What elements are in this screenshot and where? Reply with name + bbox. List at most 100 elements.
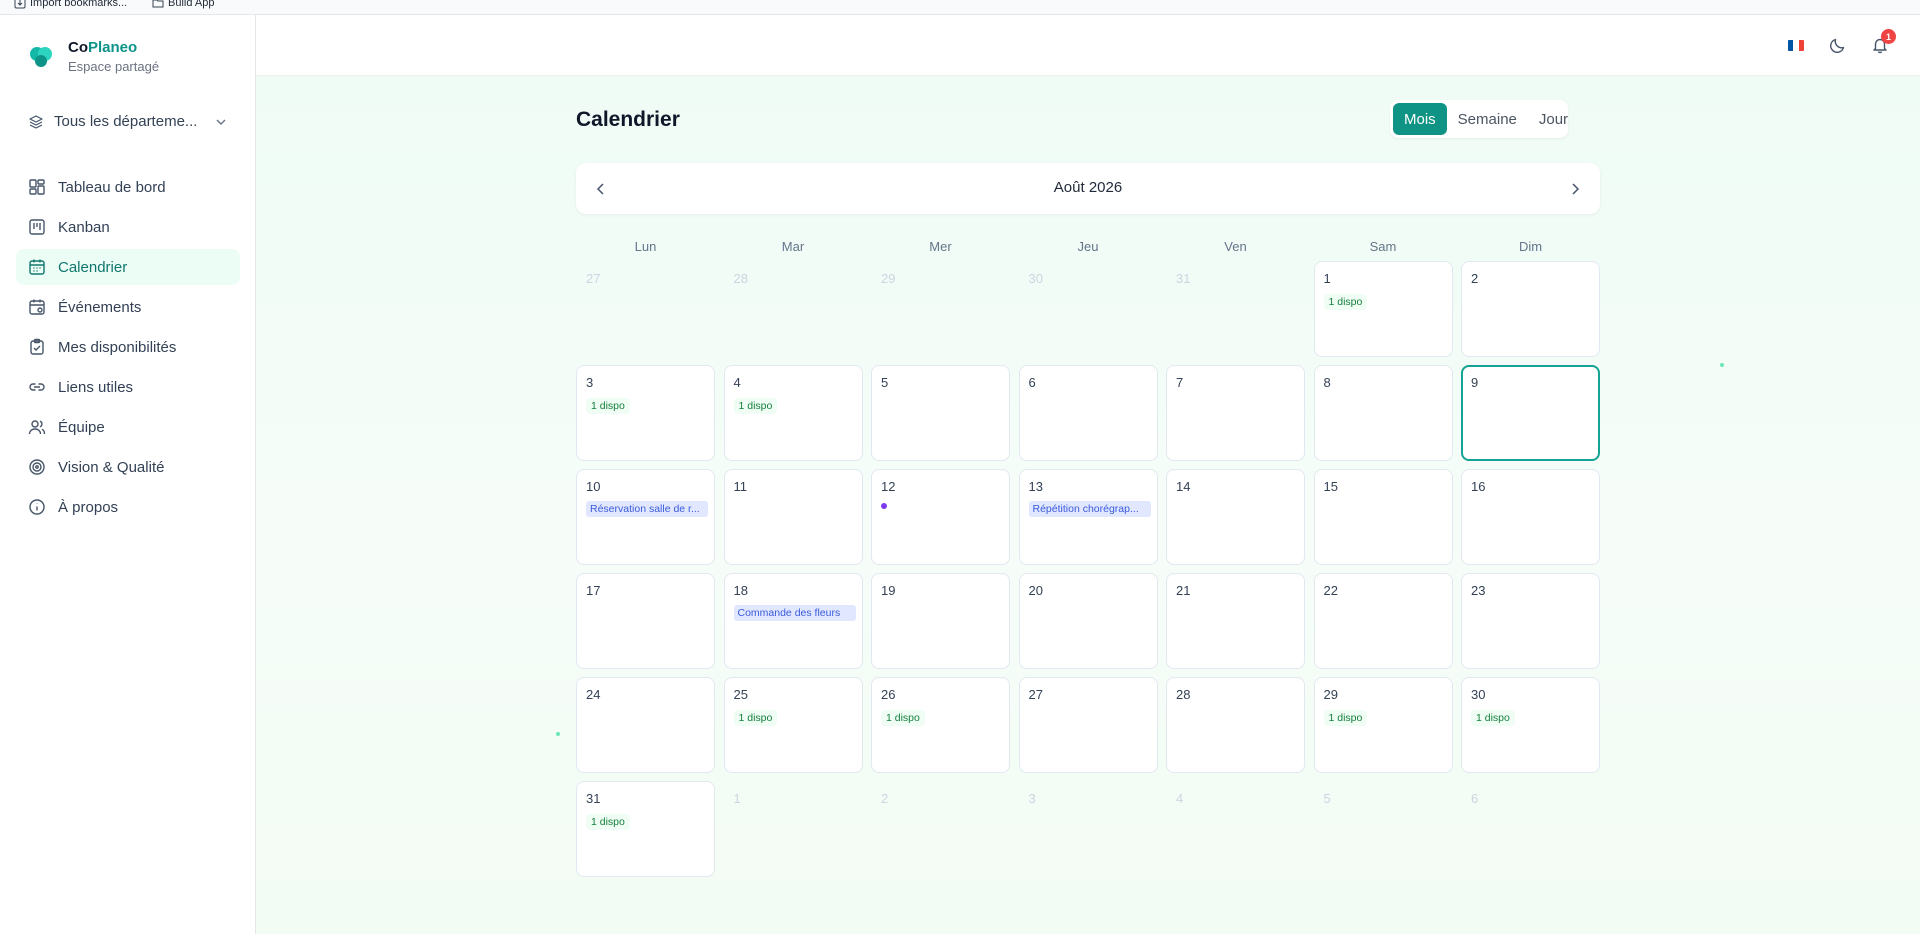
day-cell[interactable]: 21 [1166,573,1305,669]
day-cell[interactable]: 18 Commande des fleurs [723,573,863,669]
day-number: 5 [1323,791,1331,806]
day-cell[interactable]: 30 1 dispo [1461,677,1600,773]
day-number: 31 [1176,271,1191,286]
notifications-button[interactable]: 1 [1870,29,1896,55]
nav-label: Liens utiles [58,378,134,396]
bookmark-build-app[interactable]: Build App [152,0,214,9]
day-cell[interactable]: 23 [1461,573,1600,669]
day-cell[interactable]: 22 [1313,573,1453,669]
language-switcher[interactable] [1786,35,1806,55]
sidebar-item-a-propos[interactable]: À propos [16,489,240,525]
day-cell-outside[interactable]: 4 [1166,781,1305,877]
day-cell[interactable]: 26 1 dispo [871,677,1010,773]
view-month-button[interactable]: Mois [1393,103,1447,135]
day-number: 5 [881,375,889,390]
chevron-down-icon [216,119,226,125]
sidebar-item-mes-disponibilites[interactable]: Mes disponibilités [16,329,240,365]
sidebar-item-kanban[interactable]: Kanban [16,209,240,245]
event-dot[interactable] [881,503,887,509]
brand-name: CoPlaneo [68,39,138,56]
sidebar-nav: Tableau de bord Kanban Calendrier Événem… [16,169,240,529]
day-cell[interactable]: 16 [1461,469,1600,565]
french-flag-icon [1788,39,1804,51]
day-number: 8 [1323,375,1331,390]
availability-badge[interactable]: 1 dispo [733,398,778,414]
sidebar-item-evenements[interactable]: Événements [16,289,240,325]
day-number: 6 [1471,791,1479,806]
day-cell-outside[interactable]: 27 [576,261,715,357]
view-day-button[interactable]: Jour [1528,103,1579,135]
day-cell[interactable]: 7 [1166,365,1305,461]
day-cell-outside[interactable]: 28 [724,261,863,357]
day-cell[interactable]: 6 [1018,365,1158,461]
day-cell[interactable]: 24 [576,677,715,773]
day-cell-outside[interactable]: 30 [1019,261,1158,357]
dashboard-icon [29,179,45,195]
sidebar-item-tableau-de-bord[interactable]: Tableau de bord [16,169,240,205]
day-cell[interactable]: 13 Répétition chorégrap... [1018,469,1158,565]
day-cell[interactable]: 17 [576,573,715,669]
availability-badge[interactable]: 1 dispo [1323,294,1368,310]
next-month-button[interactable] [1565,179,1585,199]
day-cell[interactable]: 27 [1018,677,1158,773]
event-chip[interactable]: Répétition chorégrap... [1028,501,1151,517]
day-cell-outside[interactable]: 3 [1019,781,1158,877]
day-number: 9 [1471,375,1479,390]
sidebar-item-calendrier[interactable]: Calendrier [16,249,240,285]
day-cell-outside[interactable]: 6 [1461,781,1600,877]
day-cell[interactable]: 11 [723,469,863,565]
availability-badge[interactable]: 1 dispo [586,398,630,414]
day-cell[interactable]: 28 [1166,677,1305,773]
day-cell-today[interactable]: 9 [1461,365,1600,461]
day-cell[interactable]: 3 1 dispo [576,365,715,461]
availability-badge[interactable]: 1 dispo [586,814,630,830]
calendar-event-icon [29,299,45,315]
day-cell[interactable]: 19 [871,573,1010,669]
sidebar-item-liens-utiles[interactable]: Liens utiles [16,369,240,405]
event-chip[interactable]: Réservation salle de r... [586,501,708,517]
department-selector[interactable]: Tous les départeme... [28,113,228,130]
day-number: 24 [586,687,601,702]
day-number: 18 [733,583,748,598]
day-cell[interactable]: 29 1 dispo [1313,677,1453,773]
day-cell-outside[interactable]: 1 [724,781,863,877]
weekday-label: Lun [634,239,657,254]
weekday-label: Dim [1518,239,1543,254]
day-cell[interactable]: 20 [1018,573,1158,669]
logo-icon [30,46,52,67]
weekday-label: Mar [781,239,805,254]
availability-badge[interactable]: 1 dispo [1471,710,1515,726]
day-cell[interactable]: 15 [1313,469,1453,565]
theme-toggle[interactable] [1828,35,1848,55]
browser-bookmarks-bar: Import bookmarks... Build App [0,0,1920,15]
day-cell[interactable]: 5 [871,365,1010,461]
day-cell[interactable]: 31 1 dispo [576,781,715,877]
availability-badge[interactable]: 1 dispo [733,710,778,726]
folder-icon [152,0,164,8]
day-cell[interactable]: 1 1 dispo [1313,261,1453,357]
calendar-grid: 27 28 29 30 31 1 1 dispo 2 3 1 dispo 4 1 dispo 5 6 7 8 9… [576,261,1600,877]
day-number: 3 [586,375,594,390]
day-cell[interactable]: 12 [871,469,1010,565]
sidebar-item-vision-qualite[interactable]: Vision & Qualité [16,449,240,485]
sidebar-item-equipe[interactable]: Équipe [16,409,240,445]
view-week-button[interactable]: Semaine [1447,103,1528,135]
day-cell-outside[interactable]: 2 [871,781,1010,877]
day-number: 2 [881,791,889,806]
day-cell[interactable]: 4 1 dispo [723,365,863,461]
decorative-dot [1720,363,1724,367]
day-cell[interactable]: 14 [1166,469,1305,565]
day-cell-outside[interactable]: 29 [871,261,1010,357]
bookmark-import[interactable]: Import bookmarks... [14,0,127,9]
day-cell-outside[interactable]: 5 [1314,781,1453,877]
availability-badge[interactable]: 1 dispo [881,710,925,726]
day-number: 22 [1323,583,1338,598]
day-cell[interactable]: 25 1 dispo [723,677,863,773]
event-chip[interactable]: Commande des fleurs [733,605,856,621]
day-cell-outside[interactable]: 31 [1166,261,1305,357]
day-cell[interactable]: 10 Réservation salle de r... [576,469,715,565]
day-cell[interactable]: 2 [1461,261,1600,357]
day-cell[interactable]: 8 [1313,365,1453,461]
availability-badge[interactable]: 1 dispo [1323,710,1368,726]
brand[interactable]: CoPlaneo Espace partagé [28,39,159,74]
